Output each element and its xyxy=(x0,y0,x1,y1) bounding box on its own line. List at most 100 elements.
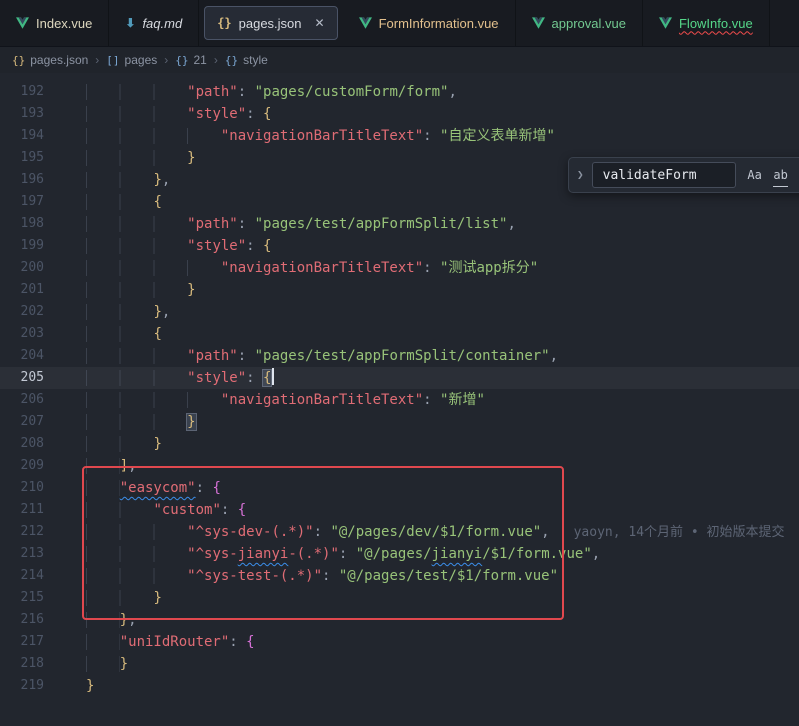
code-line[interactable]: 218 } xyxy=(0,653,799,675)
code-line[interactable]: 197 { xyxy=(0,191,799,213)
whole-word-toggle[interactable]: ab xyxy=(770,164,792,186)
line-number: 215 xyxy=(0,587,68,609)
code-line[interactable]: 214 "^sys-test-(.*)": "@/pages/test/$1/f… xyxy=(0,565,799,587)
code-line[interactable]: 198 "path": "pages/test/appFormSplit/lis… xyxy=(0,213,799,235)
line-content: } xyxy=(68,279,196,301)
tab-pages.json[interactable]: {}pages.json✕ xyxy=(204,6,337,40)
code-line[interactable]: 202 }, xyxy=(0,301,799,323)
markdown-icon: ⬇ xyxy=(125,16,135,30)
breadcrumb-separator: › xyxy=(164,53,168,67)
vue-icon xyxy=(659,17,672,29)
line-number: 209 xyxy=(0,455,68,477)
code-line[interactable]: 219} xyxy=(0,675,799,697)
tab-approval.vue[interactable]: approval.vue xyxy=(516,0,643,46)
line-number: 216 xyxy=(0,609,68,631)
line-number: 218 xyxy=(0,653,68,675)
line-number: 212 xyxy=(0,521,68,543)
line-content: } xyxy=(68,675,94,697)
line-number: 208 xyxy=(0,433,68,455)
line-content: } xyxy=(68,147,196,169)
line-number: 202 xyxy=(0,301,68,323)
code-line[interactable]: 215 } xyxy=(0,587,799,609)
breadcrumb-item-style[interactable]: {}style xyxy=(225,53,268,67)
match-case-toggle[interactable]: Aa xyxy=(744,164,766,186)
vue-icon xyxy=(16,17,29,29)
code-line[interactable]: 213 "^sys-jianyi-(.*)": "@/pages/jianyi/… xyxy=(0,543,799,565)
code-line[interactable]: 211 "custom": { xyxy=(0,499,799,521)
line-number: 214 xyxy=(0,565,68,587)
line-content: "^sys-jianyi-(.*)": "@/pages/jianyi/$1/f… xyxy=(68,543,600,565)
regex-toggle[interactable]: .* xyxy=(796,164,799,186)
line-content: "style": { xyxy=(68,235,271,257)
line-number: 199 xyxy=(0,235,68,257)
inline-blame: yaoyn, 14个月前 • 初始版本提交 xyxy=(574,525,785,540)
line-content: "style": { xyxy=(68,367,274,389)
line-content: } xyxy=(68,433,162,455)
code-line[interactable]: 201 } xyxy=(0,279,799,301)
tab-FlowInfo.vue[interactable]: FlowInfo.vue xyxy=(643,0,770,46)
code-line[interactable]: 207 } xyxy=(0,411,799,433)
find-input-box xyxy=(592,162,736,188)
line-number: 192 xyxy=(0,81,68,103)
line-content: }, xyxy=(68,609,137,631)
line-number: 195 xyxy=(0,147,68,169)
code-line[interactable]: 216 }, xyxy=(0,609,799,631)
line-content: }, xyxy=(68,301,170,323)
breadcrumb-item-21[interactable]: {} 21 xyxy=(175,53,207,67)
code-line[interactable]: 217 "uniIdRouter": { xyxy=(0,631,799,653)
tab-label: approval.vue xyxy=(552,16,626,31)
code-line[interactable]: 204 "path": "pages/test/appFormSplit/con… xyxy=(0,345,799,367)
find-options: Aaab.* xyxy=(744,164,799,186)
line-content: "uniIdRouter": { xyxy=(68,631,255,653)
breadcrumb-item-pages.json[interactable]: {}pages.json xyxy=(12,53,88,67)
tab-label: faq.md xyxy=(142,16,182,31)
code-line[interactable]: 205 "style": { xyxy=(0,367,799,389)
line-content: "path": "pages/test/appFormSplit/list", xyxy=(68,213,516,235)
line-number: 204 xyxy=(0,345,68,367)
line-content: ], xyxy=(68,455,137,477)
line-number: 203 xyxy=(0,323,68,345)
code-line[interactable]: 210 "easycom": { xyxy=(0,477,799,499)
code-line[interactable]: 206 "navigationBarTitleText": "新增" xyxy=(0,389,799,411)
line-number: 207 xyxy=(0,411,68,433)
code-line[interactable]: 194 "navigationBarTitleText": "自定义表单新增" xyxy=(0,125,799,147)
line-content: "^sys-dev-(.*)": "@/pages/dev/$1/form.vu… xyxy=(68,521,785,543)
line-content: "navigationBarTitleText": "自定义表单新增" xyxy=(68,125,555,147)
line-content: } xyxy=(68,587,162,609)
find-widget: ❯ Aaab.* xyxy=(568,157,799,193)
code-line[interactable]: 199 "style": { xyxy=(0,235,799,257)
tab-bar: Index.vue ⬇ faq.md {}pages.json✕ FormInforma… xyxy=(0,0,799,47)
line-content: { xyxy=(68,323,162,345)
code-line[interactable]: 192 "path": "pages/customForm/form", xyxy=(0,81,799,103)
line-content: "^sys-test-(.*)": "@/pages/test/$1/form.… xyxy=(68,565,558,587)
tab-faq.md[interactable]: ⬇ faq.md xyxy=(109,0,199,46)
toggle-replace-chevron-icon[interactable]: ❯ xyxy=(577,164,584,186)
line-content: "style": { xyxy=(68,103,271,125)
line-number: 193 xyxy=(0,103,68,125)
tab-Index.vue[interactable]: Index.vue xyxy=(0,0,109,46)
object-symbol-icon: {} xyxy=(175,54,188,67)
text-cursor xyxy=(272,368,274,385)
tab-label: FormInformation.vue xyxy=(379,16,499,31)
line-content: { xyxy=(68,191,162,213)
code-line[interactable]: 208 } xyxy=(0,433,799,455)
line-content: "navigationBarTitleText": "测试app拆分" xyxy=(68,257,538,279)
code-editor[interactable]: 192 "path": "pages/customForm/form",193 … xyxy=(0,73,799,726)
find-input[interactable] xyxy=(601,167,727,184)
line-number: 200 xyxy=(0,257,68,279)
line-number: 194 xyxy=(0,125,68,147)
code-line[interactable]: 203 { xyxy=(0,323,799,345)
breadcrumb: {}pages.json›[]pages›{}21›{}style xyxy=(0,47,799,73)
line-content: "custom": { xyxy=(68,499,246,521)
line-content: "navigationBarTitleText": "新增" xyxy=(68,389,485,411)
breadcrumb-label: 21 xyxy=(194,53,207,67)
code-line[interactable]: 193 "style": { xyxy=(0,103,799,125)
tab-FormInformation.vue[interactable]: FormInformation.vue xyxy=(343,0,516,46)
breadcrumb-label: style xyxy=(243,53,268,67)
line-content: "path": "pages/test/appFormSplit/contain… xyxy=(68,345,558,367)
breadcrumb-item-pages[interactable]: []pages xyxy=(106,53,157,67)
close-icon[interactable]: ✕ xyxy=(315,16,325,30)
code-line[interactable]: 200 "navigationBarTitleText": "测试app拆分" xyxy=(0,257,799,279)
code-line[interactable]: 212 "^sys-dev-(.*)": "@/pages/dev/$1/for… xyxy=(0,521,799,543)
code-line[interactable]: 209 ], xyxy=(0,455,799,477)
